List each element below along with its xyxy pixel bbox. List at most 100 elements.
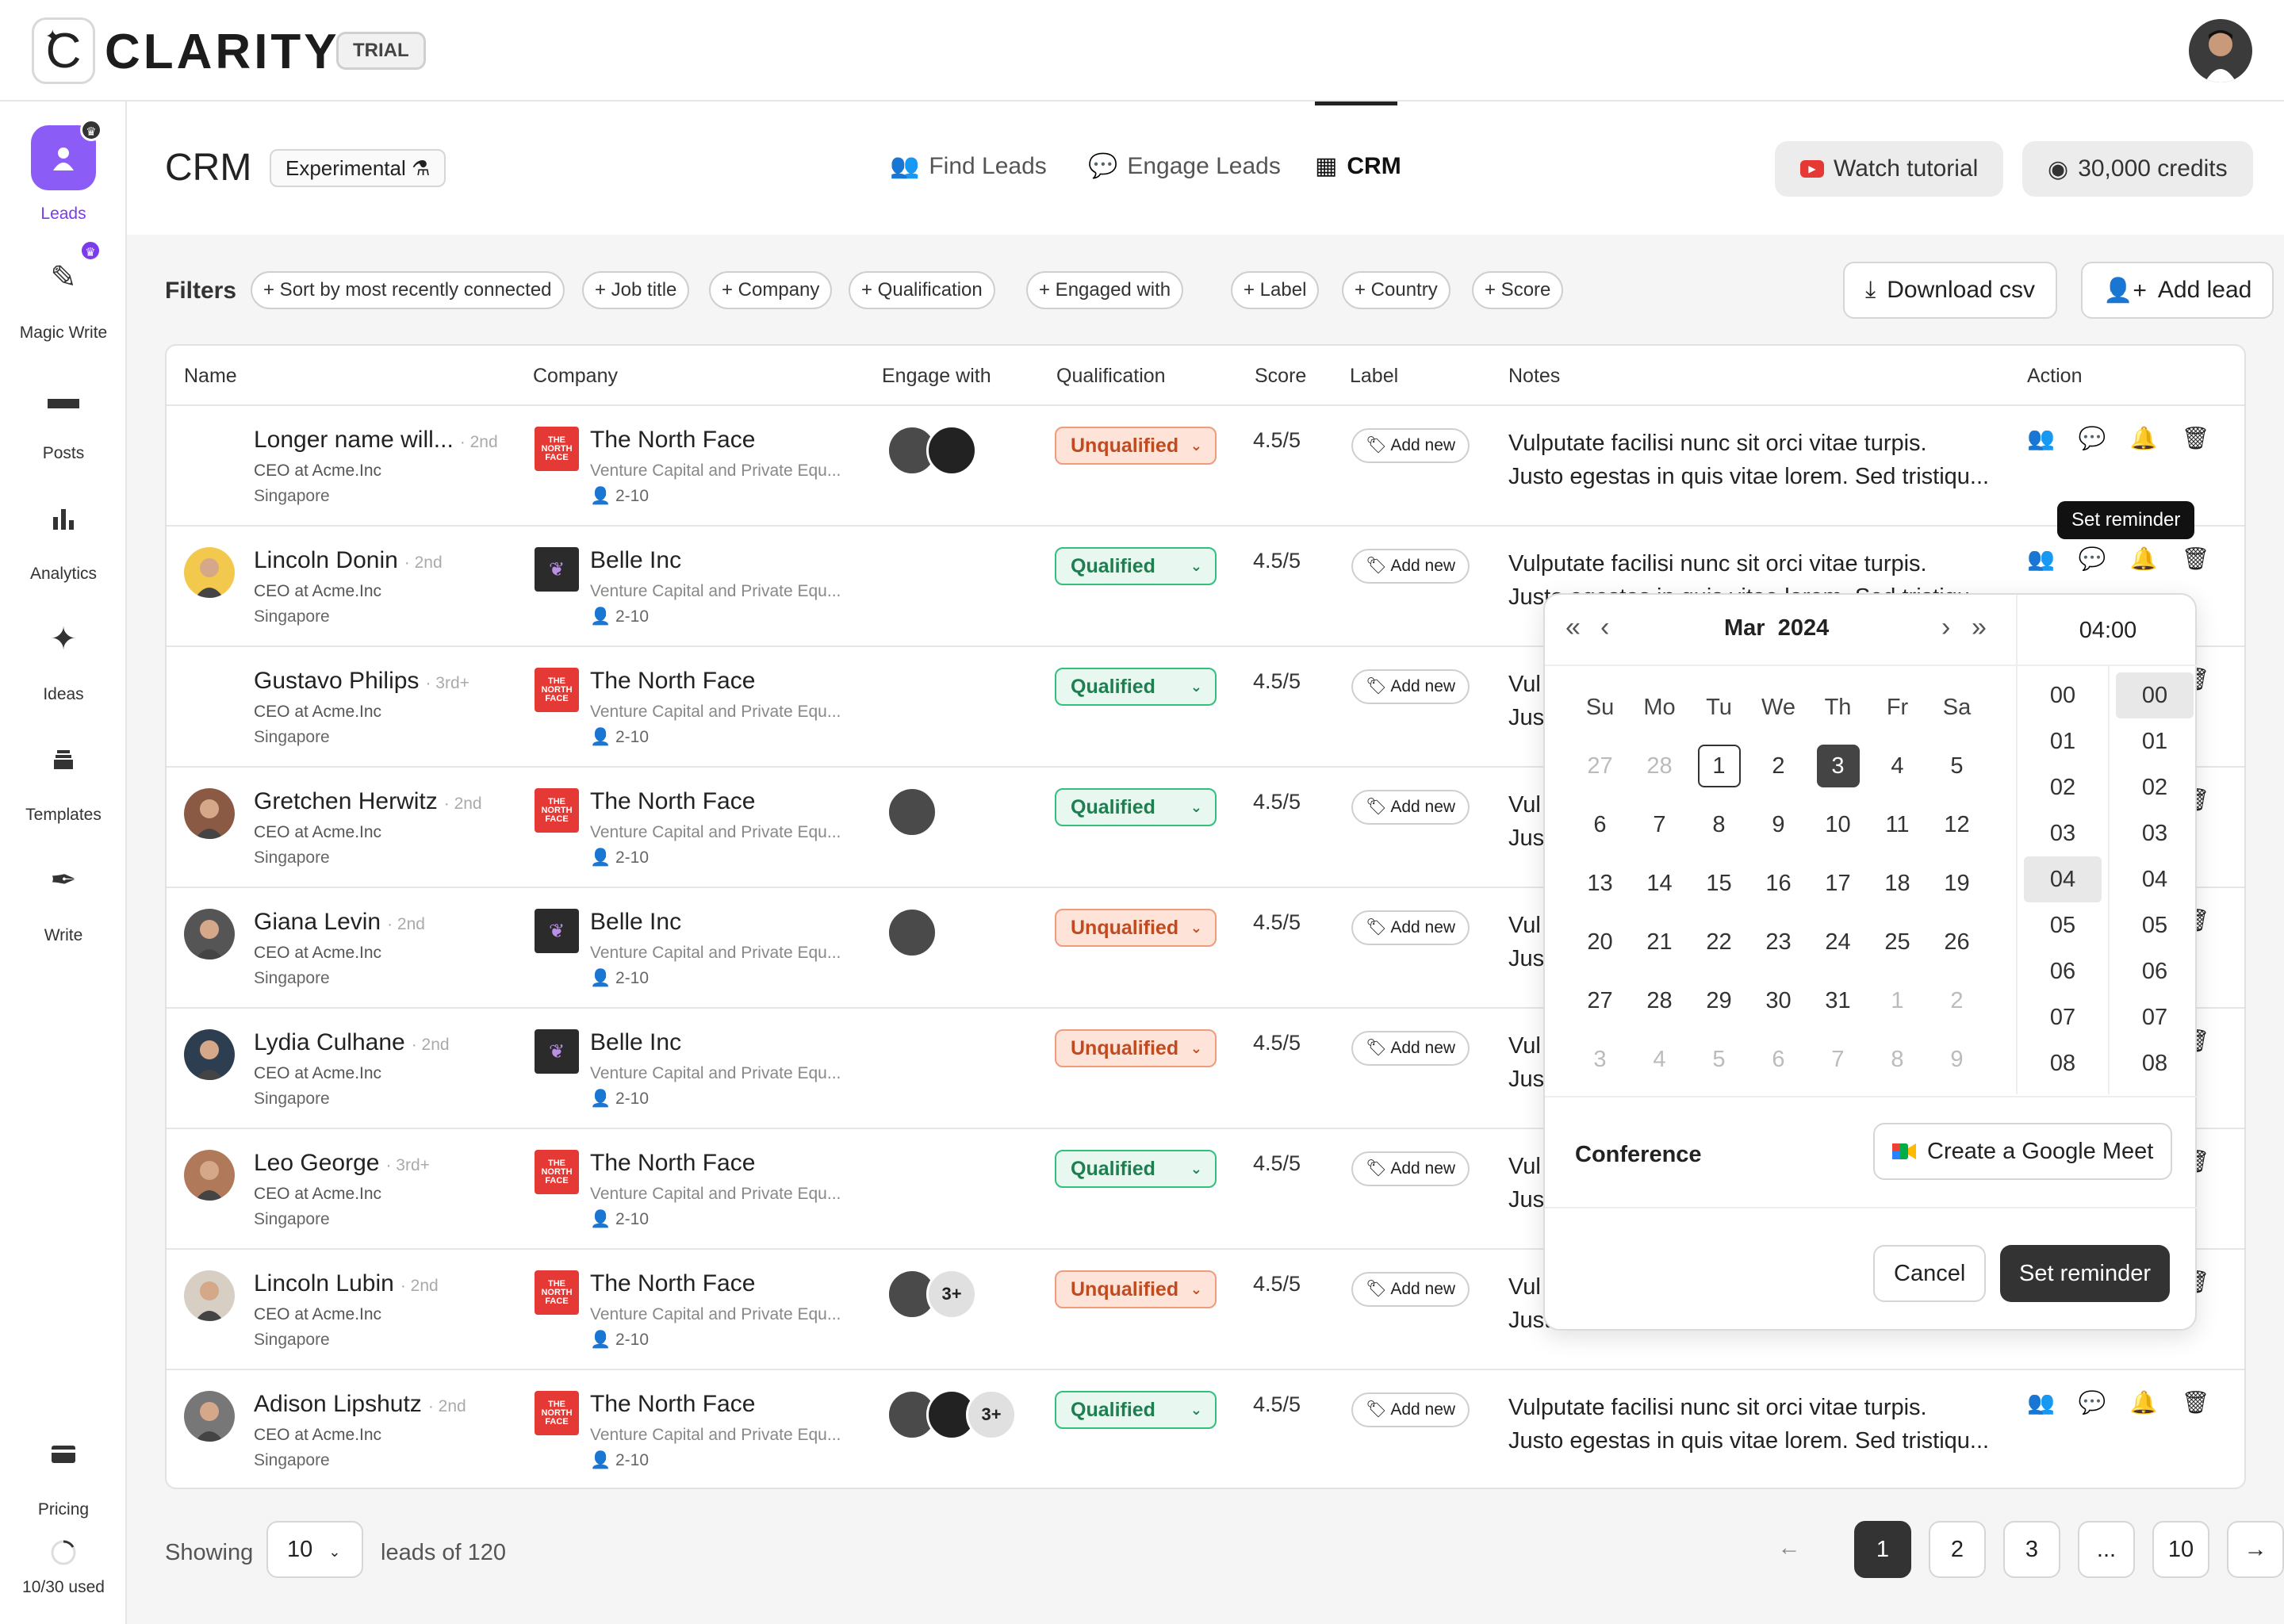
calendar-day[interactable]: 10	[1808, 802, 1868, 861]
company-name[interactable]: The North Face	[590, 1391, 755, 1418]
column-header[interactable]: Name	[184, 365, 237, 388]
add-lead-button[interactable]: 👤+ Add lead	[2081, 262, 2274, 319]
lead-name-text[interactable]: Leo George	[254, 1150, 379, 1176]
add-label-button[interactable]: 🏷 Add new	[1351, 428, 1470, 463]
sidebar-item-leads[interactable]: ♛ Leads	[0, 119, 127, 224]
lead-name-text[interactable]: Adison Lipshutz	[254, 1391, 422, 1417]
column-header[interactable]: Qualification	[1056, 365, 1166, 388]
page-size-select[interactable]: 10 ⌄	[266, 1521, 363, 1578]
trash-icon[interactable]: 🗑	[2182, 1389, 2210, 1415]
table-row[interactable]: Longer name will... · 2nd CEO at Acme.Inc…	[167, 406, 2244, 527]
add-comment-icon[interactable]: 💬	[2079, 1389, 2106, 1415]
engager-avatar[interactable]	[926, 425, 977, 476]
qualification-dropdown[interactable]: Unqualified ⌄	[1055, 427, 1217, 465]
time-option[interactable]: 08	[2116, 1040, 2194, 1086]
time-option[interactable]: 03	[2116, 810, 2194, 856]
add-label-button[interactable]: 🏷 Add new	[1351, 910, 1470, 945]
qualification-dropdown[interactable]: Qualified ⌄	[1055, 547, 1217, 585]
column-header[interactable]: Company	[533, 365, 618, 388]
company-name[interactable]: The North Face	[590, 427, 755, 454]
calendar-day[interactable]: 4	[1868, 744, 1927, 802]
calendar-day[interactable]: 28	[1630, 979, 1689, 1037]
add-contact-icon[interactable]: 👥	[2027, 1389, 2055, 1415]
download-csv-button[interactable]: ⤓ Download csv	[1843, 262, 2058, 319]
company-name[interactable]: The North Face	[590, 788, 755, 815]
calendar-day[interactable]: 8	[1689, 802, 1749, 861]
sidebar-item-write[interactable]: ✒ Write	[0, 848, 127, 945]
qualification-dropdown[interactable]: Unqualified ⌄	[1055, 1270, 1217, 1308]
calendar-day[interactable]: 21	[1630, 920, 1689, 979]
time-option[interactable]: 02	[2116, 764, 2194, 810]
calendar-day[interactable]: 27	[1570, 979, 1630, 1037]
lead-notes[interactable]: Vulputate facilisi nunc sit orci vitae t…	[1508, 427, 2000, 493]
lead-name-text[interactable]: Giana Levin	[254, 909, 381, 935]
lead-name[interactable]: Gretchen Herwitz · 2nd	[254, 788, 482, 815]
lead-name[interactable]: Gustavo Philips · 3rd+	[254, 668, 469, 695]
calendar-day[interactable]: 9	[1749, 802, 1808, 861]
bell-icon[interactable]: 🔔	[2130, 546, 2158, 572]
time-option[interactable]: 07	[2116, 994, 2194, 1040]
lead-name-text[interactable]: Longer name will...	[254, 427, 454, 453]
qualification-dropdown[interactable]: Qualified ⌄	[1055, 1391, 1217, 1429]
calendar-day[interactable]: 7	[1808, 1037, 1868, 1096]
column-header[interactable]: Score	[1255, 365, 1306, 388]
lead-name-text[interactable]: Lincoln Donin	[254, 547, 398, 573]
calendar-day[interactable]: 29	[1689, 979, 1749, 1037]
calendar-day[interactable]: 31	[1808, 979, 1868, 1037]
calendar-day[interactable]: 13	[1570, 861, 1630, 920]
calendar-day[interactable]: 30	[1749, 979, 1808, 1037]
calendar-day-selected[interactable]: 3	[1808, 744, 1868, 802]
filter-chip-country[interactable]: + Country	[1342, 271, 1450, 309]
avatar[interactable]	[184, 909, 235, 959]
set-reminder-button[interactable]: Set reminder	[2000, 1245, 2171, 1302]
calendar-day[interactable]: 9	[1927, 1037, 1987, 1096]
page-button[interactable]: 10	[2152, 1521, 2209, 1578]
google-meet-button[interactable]: Create a Google Meet	[1873, 1123, 2173, 1180]
more-engagers-badge[interactable]: 3+	[926, 1269, 977, 1320]
calendar-day[interactable]: 14	[1630, 861, 1689, 920]
calendar-day[interactable]: 8	[1868, 1037, 1927, 1096]
calendar-day[interactable]: 6	[1749, 1037, 1808, 1096]
add-comment-icon[interactable]: 💬	[2079, 425, 2106, 451]
calendar-day[interactable]: 5	[1927, 744, 1987, 802]
calendar-day[interactable]: 22	[1689, 920, 1749, 979]
lead-name[interactable]: Lydia Culhane · 2nd	[254, 1029, 450, 1056]
filter-chip-company[interactable]: + Company	[709, 271, 833, 309]
page-button[interactable]: 1	[1854, 1521, 1911, 1578]
avatar[interactable]	[184, 1391, 235, 1442]
column-header[interactable]: Engage with	[882, 365, 991, 388]
lead-name[interactable]: Leo George · 3rd+	[254, 1150, 430, 1177]
calendar-day[interactable]: 25	[1868, 920, 1927, 979]
qualification-dropdown[interactable]: Unqualified ⌄	[1055, 1029, 1217, 1067]
company-name[interactable]: The North Face	[590, 668, 755, 695]
calendar-day[interactable]: 2	[1927, 979, 1987, 1037]
time-option[interactable]: 05	[2024, 902, 2102, 948]
minute-column[interactable]: 00 01 02 03 04 05 06 07 08	[2108, 666, 2200, 1094]
calendar-day[interactable]: 27	[1570, 744, 1630, 802]
filter-chip-label[interactable]: + Label	[1231, 271, 1320, 309]
column-header[interactable]: Label	[1350, 365, 1398, 388]
prev-year-icon[interactable]: «	[1565, 612, 1581, 643]
lead-name[interactable]: Adison Lipshutz · 2nd	[254, 1391, 466, 1418]
calendar-day[interactable]: 5	[1689, 1037, 1749, 1096]
calendar-day[interactable]: 18	[1868, 861, 1927, 920]
engager-avatar[interactable]	[887, 787, 937, 837]
sidebar-item-analytics[interactable]: Analytics	[0, 487, 127, 584]
tab-crm[interactable]: ▦ CRM	[1315, 152, 1401, 180]
calendar-day[interactable]: 16	[1749, 861, 1808, 920]
qualification-dropdown[interactable]: Qualified ⌄	[1055, 788, 1217, 826]
add-label-button[interactable]: 🏷 Add new	[1351, 669, 1470, 704]
add-label-button[interactable]: 🏷 Add new	[1351, 549, 1470, 584]
next-page-arrow-icon[interactable]: →	[2227, 1521, 2284, 1578]
calendar-day[interactable]: 15	[1689, 861, 1749, 920]
avatar[interactable]	[184, 1029, 235, 1080]
add-contact-icon[interactable]: 👥	[2027, 546, 2055, 572]
table-row[interactable]: Adison Lipshutz · 2nd CEO at Acme.Inc Sin…	[167, 1370, 2244, 1488]
bell-icon[interactable]: 🔔	[2130, 1389, 2158, 1415]
calendar-day[interactable]: 20	[1570, 920, 1630, 979]
calendar-day[interactable]: 28	[1630, 744, 1689, 802]
next-month-icon[interactable]: ›	[1941, 612, 1950, 643]
calendar-day[interactable]: 26	[1927, 920, 1987, 979]
time-option[interactable]: 01	[2024, 718, 2102, 764]
page-button[interactable]: 3	[2003, 1521, 2060, 1578]
